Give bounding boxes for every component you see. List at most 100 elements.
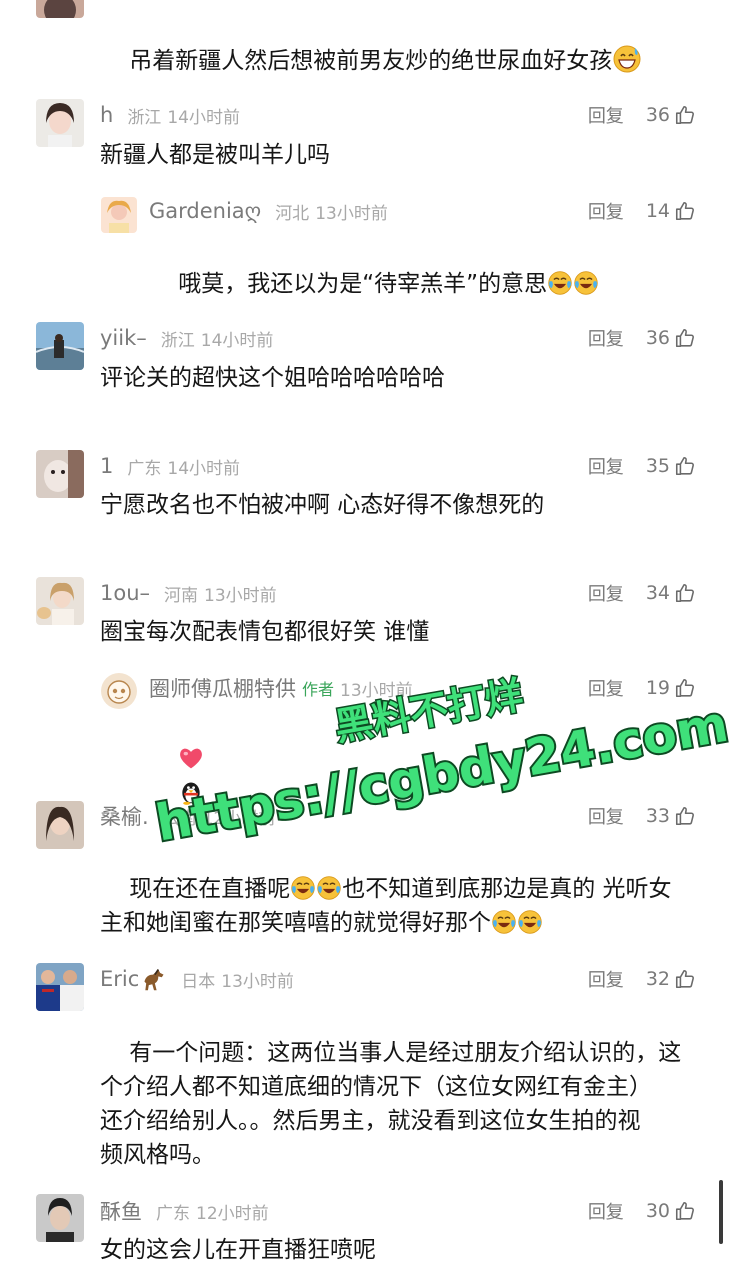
avatar[interactable] <box>36 801 84 849</box>
avatar[interactable] <box>36 450 84 498</box>
timestamp: 12小时前 <box>196 1203 269 1224</box>
like-count: 36 <box>645 104 670 126</box>
reply-actions: 回复 19 <box>588 673 696 703</box>
avatar[interactable] <box>36 577 84 625</box>
comment-header: h 浙江 14小时前 <box>100 100 240 130</box>
comment-actions: 回复 32 <box>588 964 696 994</box>
laughing-crying-emoji <box>491 909 517 935</box>
username[interactable]: 1 <box>100 454 113 478</box>
username[interactable]: 1ou– <box>100 581 150 605</box>
comment-list: 吊着新疆人然后想被前男友炒的绝世尿血好女孩 h 浙江 14小时前 回复 36 新… <box>0 0 730 1280</box>
ip-region: 云南 <box>162 808 197 829</box>
username[interactable]: 桑榆. <box>100 801 149 831</box>
reply-header: 圈师傅瓜棚特供 作者 13小时前 <box>149 673 413 703</box>
thumbs-up-icon[interactable] <box>674 677 696 699</box>
thumbs-up-icon[interactable] <box>674 1200 696 1222</box>
reply-button[interactable]: 回复 <box>588 675 624 701</box>
thumbs-up-icon[interactable] <box>674 104 696 126</box>
reply-button[interactable]: 回复 <box>588 1198 624 1224</box>
reply-button[interactable]: 回复 <box>588 580 624 606</box>
comment-text: 女的这会儿在开直播狂喷呢 <box>100 1237 376 1263</box>
avatar[interactable] <box>101 673 137 709</box>
reply-text: 哦莫，我还以为是“待宰羔羊”的意思 <box>149 233 599 335</box>
comment-actions: 回复 33 <box>588 801 696 831</box>
laughing-crying-emoji <box>290 875 316 901</box>
comment-text: 圈宝每次配表情包都很好笑 谁懂 <box>100 619 430 645</box>
ip-region: 河南 <box>164 585 199 606</box>
username-suffix: ღ <box>244 199 262 223</box>
horse-emoji <box>144 968 164 991</box>
timestamp: 13小时前 <box>315 203 388 224</box>
username[interactable]: yiik– <box>100 326 147 350</box>
timestamp: 13小时前 <box>204 585 277 606</box>
username[interactable]: 圈师傅瓜棚特供 <box>149 673 296 703</box>
ip-region: 日本 <box>181 971 216 992</box>
comment-actions: 回复 36 <box>588 323 696 353</box>
comment-header: 1ou– 河南 13小时前 <box>100 578 277 608</box>
like-count: 36 <box>645 327 670 349</box>
comment-text: 现在还在直播呢 也不知道到底那边是真的 光听女 主和她闺蜜在那笑嘻嘻的就觉得好那个 <box>100 875 672 936</box>
username[interactable]: Gardenia <box>149 199 245 223</box>
comment-header: 1 广东 14小时前 <box>100 451 240 481</box>
comment-actions: 回复 30 <box>588 1196 696 1226</box>
grinning-sweat-emoji <box>612 44 642 74</box>
laughing-crying-emoji <box>573 270 599 296</box>
scrollbar-thumb[interactable] <box>719 1180 723 1244</box>
thumbs-up-icon[interactable] <box>674 968 696 990</box>
reply-button[interactable]: 回复 <box>588 966 624 992</box>
laughing-crying-emoji <box>316 875 342 901</box>
avatar[interactable] <box>36 963 84 1011</box>
like-count: 19 <box>645 677 670 699</box>
timestamp: 13小时前 <box>340 680 413 701</box>
ip-region: 浙江 <box>127 107 162 128</box>
thumbs-up-icon[interactable] <box>674 327 696 349</box>
comment-text: 有一个问题：这两位当事人是经过朋友介绍认识的，这 个介绍人都不知道底细的情况下（这… <box>100 1040 682 1168</box>
thumbs-up-icon[interactable] <box>674 455 696 477</box>
comment-text: 评论关的超快这个姐哈哈哈哈哈哈 <box>100 365 445 391</box>
timestamp: 14小时前 <box>200 330 274 351</box>
timestamp: 12小时前 <box>202 808 276 829</box>
reply-button[interactable]: 回复 <box>588 453 624 479</box>
like-count: 30 <box>645 1200 670 1222</box>
thumbs-up-icon[interactable] <box>674 582 696 604</box>
reply-header: Gardenia ღ 河北 13小时前 <box>149 196 388 226</box>
thumbs-up-icon[interactable] <box>674 805 696 827</box>
timestamp: 13小时前 <box>221 971 294 992</box>
comment-header: Eric 日本 13小时前 <box>100 964 294 994</box>
timestamp: 14小时前 <box>167 107 240 128</box>
reply-button[interactable]: 回复 <box>588 803 624 829</box>
comment-actions: 回复 35 <box>588 451 696 481</box>
avatar[interactable] <box>36 0 84 18</box>
reply-button[interactable]: 回复 <box>588 325 624 351</box>
timestamp: 14小时前 <box>167 458 241 479</box>
ip-region: 河北 <box>275 203 310 224</box>
thumbs-up-icon[interactable] <box>674 200 696 222</box>
comment-header: 桑榆. 云南 12小时前 <box>100 801 275 831</box>
username[interactable]: Eric <box>100 967 139 991</box>
like-count: 32 <box>645 968 670 990</box>
like-count: 14 <box>645 200 670 222</box>
heart-emoji <box>180 748 203 769</box>
comment-actions: 回复 34 <box>588 578 696 608</box>
comment-text: 宁愿改名也不怕被冲啊 心态好得不像想死的 <box>100 492 545 518</box>
comment-header: 酥鱼 广东 12小时前 <box>100 1196 269 1226</box>
username[interactable]: 酥鱼 <box>100 1196 142 1226</box>
reply-button[interactable]: 回复 <box>588 102 624 128</box>
laughing-crying-emoji <box>547 270 573 296</box>
like-count: 35 <box>645 455 670 477</box>
ip-region: 广东 <box>127 458 162 479</box>
avatar[interactable] <box>101 197 137 233</box>
ip-region: 广东 <box>156 1203 190 1224</box>
ip-region: 浙江 <box>160 330 195 351</box>
username[interactable]: h <box>100 103 113 127</box>
reply-actions: 回复 14 <box>588 196 696 226</box>
laughing-crying-emoji <box>517 909 543 935</box>
avatar[interactable] <box>36 1194 84 1242</box>
comment-text: 新疆人都是被叫羊儿吗 <box>100 142 330 168</box>
avatar[interactable] <box>36 322 84 370</box>
like-count: 33 <box>645 805 670 827</box>
author-badge: 作者 <box>302 680 335 699</box>
reply-button[interactable]: 回复 <box>588 198 624 224</box>
like-count: 34 <box>645 582 670 604</box>
avatar[interactable] <box>36 99 84 147</box>
